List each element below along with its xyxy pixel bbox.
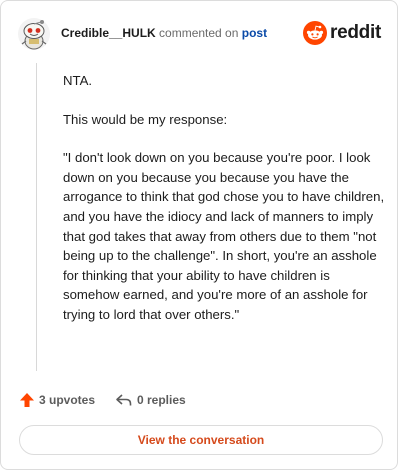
replies-count: 0 replies [137, 393, 186, 407]
reddit-logo[interactable]: reddit [303, 20, 381, 46]
upvote-button[interactable]: 3 upvotes [19, 389, 95, 411]
comment-body: NTA. This would be my response: "I don't… [63, 71, 385, 344]
view-conversation-button[interactable]: View the conversation [19, 425, 383, 455]
upvote-arrow-icon [20, 393, 34, 407]
username-link[interactable]: Credible__HULK [61, 26, 156, 40]
comment-actions: 3 upvotes 0 replies [19, 389, 381, 411]
reddit-logo-text: reddit [330, 22, 381, 43]
snoo-avatar-icon[interactable] [17, 17, 51, 51]
comment-byline: Credible__HULK commented on post [61, 26, 267, 40]
upvote-count: 3 upvotes [39, 393, 96, 407]
commented-on-text: commented on [159, 26, 239, 40]
reddit-logo-icon [303, 21, 328, 45]
replies-button[interactable]: 0 replies [115, 389, 186, 411]
comment-header: Credible__HULK commented on post reddit [17, 15, 381, 55]
reply-arrow-icon [116, 394, 132, 406]
comment-card: Credible__HULK commented on post reddit … [0, 0, 398, 470]
comment-paragraph: This would be my response: [63, 111, 228, 127]
comment-paragraph: "I don't look down on you because you're… [63, 150, 385, 322]
comment-paragraph: NTA. [63, 73, 93, 88]
thread-line [36, 63, 37, 371]
post-link[interactable]: post [242, 26, 267, 40]
